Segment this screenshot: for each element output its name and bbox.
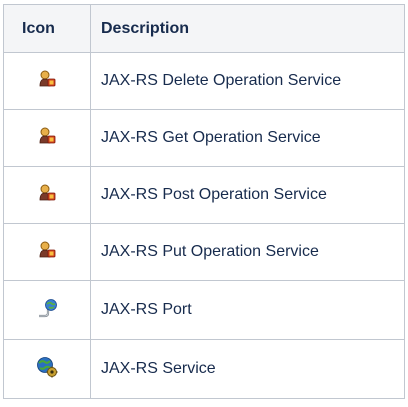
icon-cell xyxy=(3,166,91,224)
description-cell: JAX-RS Delete Operation Service xyxy=(90,52,405,110)
description-cell: JAX-RS Get Operation Service xyxy=(90,109,405,167)
icon-cell xyxy=(3,223,91,281)
header-row: Icon Description xyxy=(3,4,405,53)
get-operation-service-icon xyxy=(38,127,56,150)
table-row: JAX-RS Delete Operation Service xyxy=(3,52,405,110)
description-cell: JAX-RS Service xyxy=(90,339,405,399)
icon-cell xyxy=(3,280,91,340)
port-icon xyxy=(36,297,58,324)
put-operation-service-icon xyxy=(38,241,56,264)
icon-cell xyxy=(3,109,91,167)
description-cell: JAX-RS Post Operation Service xyxy=(90,166,405,224)
icon-legend-table: Icon Description JAX-RS Delete Operation… xyxy=(3,4,405,399)
table-row: JAX-RS Get Operation Service xyxy=(3,109,405,167)
table-row: JAX-RS Service xyxy=(3,339,405,399)
header-icon: Icon xyxy=(3,4,91,53)
service-icon xyxy=(36,356,58,383)
table-row: JAX-RS Post Operation Service xyxy=(3,166,405,224)
icon-cell xyxy=(3,52,91,110)
header-description: Description xyxy=(90,4,405,53)
description-cell: JAX-RS Port xyxy=(90,280,405,340)
icon-cell xyxy=(3,339,91,399)
delete-operation-service-icon xyxy=(38,70,56,93)
table-row: JAX-RS Port xyxy=(3,280,405,340)
post-operation-service-icon xyxy=(38,184,56,207)
table-row: JAX-RS Put Operation Service xyxy=(3,223,405,281)
description-cell: JAX-RS Put Operation Service xyxy=(90,223,405,281)
